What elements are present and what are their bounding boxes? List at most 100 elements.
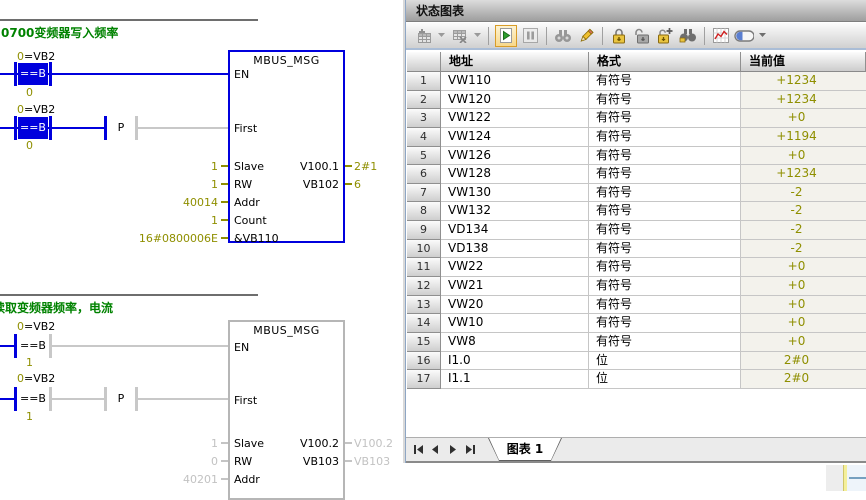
address-cell[interactable]: VW8	[441, 333, 589, 352]
format-cell[interactable]: 有符号	[589, 221, 741, 240]
compare-constant[interactable]: 1	[26, 357, 33, 369]
mbus-msg-block[interactable]: MBUS_MSG EN First Slave V100.2 RW VB103 …	[228, 320, 345, 500]
first-tab-button[interactable]	[410, 441, 427, 459]
tab-chart-1[interactable]: 图表 1	[488, 438, 562, 461]
current-value-cell[interactable]: +0	[741, 147, 866, 166]
format-cell[interactable]: 有符号	[589, 147, 741, 166]
address-cell[interactable]: VW130	[441, 184, 589, 203]
format-cell[interactable]: 有符号	[589, 333, 741, 352]
address-cell[interactable]: VW120	[441, 91, 589, 110]
current-value-cell[interactable]: +0	[741, 109, 866, 128]
address-cell[interactable]: I1.0	[441, 352, 589, 371]
format-cell[interactable]: 有符号	[589, 258, 741, 277]
current-value-cell[interactable]: 2#0	[741, 352, 866, 371]
param-input-value[interactable]: 0	[114, 455, 218, 468]
unforce-button[interactable]	[632, 26, 652, 46]
next-tab-button[interactable]	[444, 441, 461, 459]
force-all-button[interactable]	[655, 26, 675, 46]
current-value-cell[interactable]: -2	[741, 221, 866, 240]
row-number-cell[interactable]: 2	[407, 91, 441, 110]
address-cell[interactable]: VW22	[441, 258, 589, 277]
row-number-cell[interactable]: 5	[407, 147, 441, 166]
param-input-value[interactable]: 16#0800006E	[114, 232, 218, 245]
delete-chart-dropdown[interactable]	[472, 26, 482, 46]
address-cell[interactable]: VW10	[441, 314, 589, 333]
new-chart-dropdown[interactable]	[436, 26, 446, 46]
compare-constant[interactable]: 0	[26, 87, 33, 99]
read-all-button[interactable]	[553, 26, 573, 46]
format-cell[interactable]: 有符号	[589, 128, 741, 147]
address-cell[interactable]: VW21	[441, 277, 589, 296]
format-cell[interactable]: 有符号	[589, 296, 741, 315]
row-number-cell[interactable]: 9	[407, 221, 441, 240]
param-input-value[interactable]: 1	[114, 178, 218, 191]
address-cell[interactable]: VW126	[441, 147, 589, 166]
current-value-cell[interactable]: +1234	[741, 165, 866, 184]
new-chart-button[interactable]	[413, 26, 433, 46]
compare-constant[interactable]: 1	[26, 411, 33, 423]
address-cell[interactable]: VW20	[441, 296, 589, 315]
row-number-cell[interactable]: 10	[407, 240, 441, 259]
current-value-cell[interactable]: +1234	[741, 91, 866, 110]
compare-constant[interactable]: 0	[26, 140, 33, 152]
row-number-cell[interactable]: 1	[407, 72, 441, 91]
current-value-cell[interactable]: +0	[741, 277, 866, 296]
param-input-value[interactable]: 1	[114, 160, 218, 173]
row-number-cell[interactable]: 6	[407, 165, 441, 184]
current-value-cell[interactable]: -2	[741, 240, 866, 259]
address-cell[interactable]: I1.1	[441, 370, 589, 389]
row-number-cell[interactable]: 13	[407, 296, 441, 315]
param-input-value[interactable]: 40201	[114, 473, 218, 486]
compare-contact[interactable]: ==B	[14, 116, 52, 140]
chart-status-on-button[interactable]	[495, 25, 517, 47]
format-cell[interactable]: 有符号	[589, 277, 741, 296]
force-button[interactable]	[609, 26, 629, 46]
compare-contact[interactable]: ==B	[14, 62, 52, 86]
block-out-operand[interactable]: V100.1	[300, 160, 339, 173]
row-number-cell[interactable]: 15	[407, 333, 441, 352]
param-input-value[interactable]: 1	[114, 214, 218, 227]
format-cell[interactable]: 有符号	[589, 314, 741, 333]
row-number-cell[interactable]: 17	[407, 370, 441, 389]
mbus-msg-block[interactable]: MBUS_MSG EN First Slave V100.1 RW VB102 …	[228, 50, 345, 243]
header-format[interactable]: 格式	[589, 52, 741, 72]
address-capsule-dropdown[interactable]	[757, 26, 767, 46]
row-number-cell[interactable]: 8	[407, 202, 441, 221]
trend-view-button[interactable]	[711, 26, 731, 46]
address-cell[interactable]: VW122	[441, 109, 589, 128]
compare-contact[interactable]: ==B	[14, 334, 52, 358]
row-number-cell[interactable]: 11	[407, 258, 441, 277]
current-value-cell[interactable]: -2	[741, 202, 866, 221]
format-cell[interactable]: 位	[589, 352, 741, 371]
address-cell[interactable]: VW132	[441, 202, 589, 221]
current-value-cell[interactable]: +1194	[741, 128, 866, 147]
header-address[interactable]: 地址	[441, 52, 589, 72]
format-cell[interactable]: 有符号	[589, 109, 741, 128]
address-cell[interactable]: VW110	[441, 72, 589, 91]
previous-tab-button[interactable]	[427, 441, 444, 459]
format-cell[interactable]: 有符号	[589, 184, 741, 203]
address-cell[interactable]: VD138	[441, 240, 589, 259]
format-cell[interactable]: 有符号	[589, 202, 741, 221]
format-cell[interactable]: 有符号	[589, 165, 741, 184]
current-value-cell[interactable]: +0	[741, 258, 866, 277]
row-number-cell[interactable]: 7	[407, 184, 441, 203]
format-cell[interactable]: 有符号	[589, 91, 741, 110]
row-number-cell[interactable]: 3	[407, 109, 441, 128]
block-out-operand[interactable]: VB103	[303, 455, 339, 468]
write-all-button[interactable]	[576, 26, 596, 46]
status-chart-titlebar[interactable]: 状态图表	[406, 0, 866, 22]
current-value-cell[interactable]: +1234	[741, 72, 866, 91]
positive-edge-contact[interactable]: P	[104, 116, 138, 140]
network1-rung2-operand-label[interactable]: 0=VB2	[17, 104, 55, 116]
block-out-operand[interactable]: V100.2	[300, 437, 339, 450]
row-number-cell[interactable]: 12	[407, 277, 441, 296]
address-cell[interactable]: VD134	[441, 221, 589, 240]
current-value-cell[interactable]: -2	[741, 184, 866, 203]
last-tab-button[interactable]	[461, 441, 478, 459]
block-out-operand[interactable]: VB102	[303, 178, 339, 191]
network2-rung2-operand-label[interactable]: 0=VB2	[17, 373, 55, 385]
pause-status-button[interactable]	[520, 26, 540, 46]
positive-edge-contact[interactable]: P	[104, 387, 138, 411]
current-value-cell[interactable]: +0	[741, 314, 866, 333]
